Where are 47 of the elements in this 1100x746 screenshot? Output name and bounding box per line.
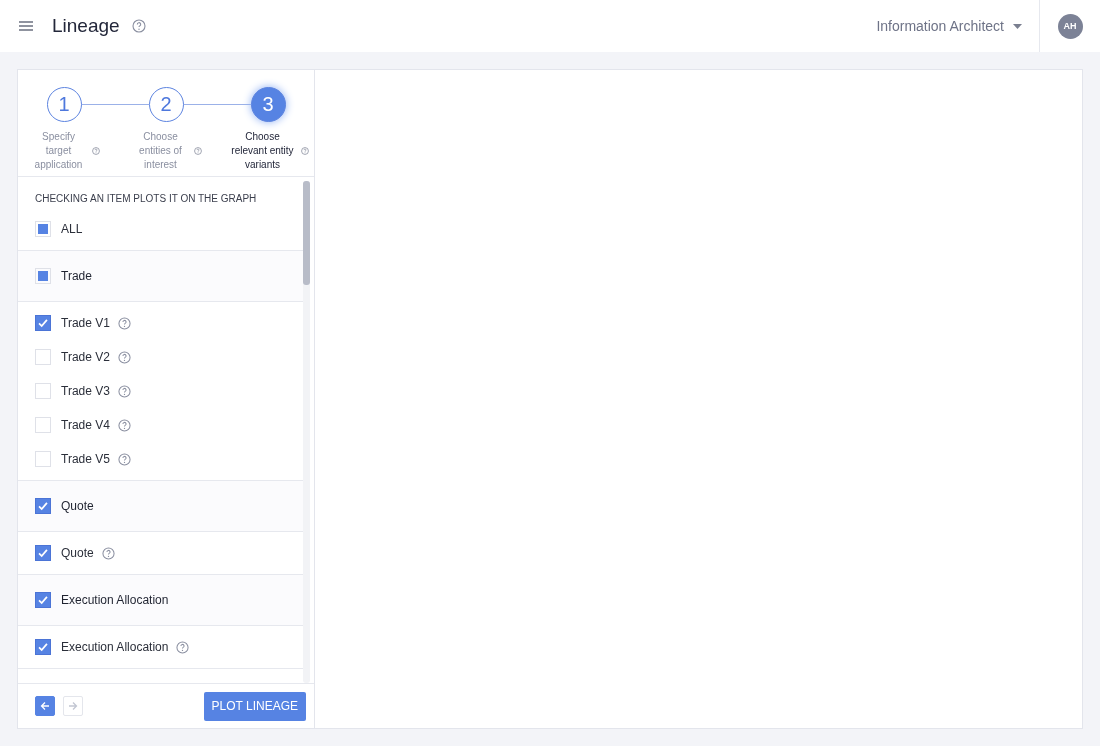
role-dropdown[interactable]: Information Architect bbox=[876, 14, 1022, 38]
step-circle: 3 bbox=[250, 87, 286, 122]
user-avatar[interactable]: AH bbox=[1057, 13, 1083, 39]
step-circle: 1 bbox=[46, 87, 82, 122]
checkbox-label: Trade V4 bbox=[61, 418, 110, 432]
group-label: Trade bbox=[61, 269, 92, 283]
checkbox-label: Trade V5 bbox=[61, 452, 110, 466]
help-icon[interactable] bbox=[117, 316, 131, 330]
help-icon[interactable] bbox=[117, 384, 131, 398]
help-icon[interactable] bbox=[300, 147, 309, 155]
help-icon[interactable] bbox=[117, 452, 131, 466]
checkbox[interactable] bbox=[35, 545, 51, 561]
caret-icon bbox=[1013, 23, 1022, 29]
checkbox-label: Trade V3 bbox=[61, 384, 110, 398]
step-circle: 2 bbox=[148, 87, 184, 122]
scrollbar[interactable] bbox=[303, 181, 310, 683]
step-label: Specify target application bbox=[33, 130, 84, 172]
checkbox-label: Quote bbox=[61, 546, 94, 560]
help-icon[interactable] bbox=[131, 19, 146, 33]
left-arrow-icon bbox=[40, 701, 50, 711]
checkbox[interactable] bbox=[35, 498, 51, 514]
step-connector bbox=[81, 104, 149, 105]
step-label: Choose relevant entity variants bbox=[230, 130, 295, 172]
checkbox-label: Trade V2 bbox=[61, 350, 110, 364]
step-label: Choose entities of interest bbox=[138, 130, 183, 172]
instruction-text: CHECKING AN ITEM PLOTS IT ON THE GRAPH bbox=[35, 193, 258, 204]
checkbox-label: Execution Allocation bbox=[61, 640, 169, 654]
next-button[interactable] bbox=[63, 696, 83, 716]
checkbox-label: ALL bbox=[61, 222, 83, 236]
group-label: Execution Allocation bbox=[61, 593, 169, 607]
help-icon[interactable] bbox=[91, 147, 100, 155]
step-connector bbox=[183, 104, 251, 105]
help-icon[interactable] bbox=[193, 147, 202, 155]
checkbox-label: Trade V1 bbox=[61, 316, 110, 330]
right-arrow-icon bbox=[68, 701, 78, 711]
help-icon[interactable] bbox=[176, 640, 190, 654]
back-button[interactable] bbox=[35, 696, 55, 716]
group-label: Quote bbox=[61, 499, 94, 513]
help-icon[interactable] bbox=[101, 546, 115, 560]
plot-lineage-button[interactable]: PLOT LINEAGE bbox=[203, 691, 306, 721]
checkbox[interactable] bbox=[35, 315, 51, 331]
help-icon[interactable] bbox=[117, 418, 131, 432]
help-icon[interactable] bbox=[117, 350, 131, 364]
checkbox[interactable] bbox=[35, 592, 51, 608]
page-title: Lineage bbox=[52, 15, 120, 37]
checkbox[interactable] bbox=[35, 639, 51, 655]
menu-icon[interactable] bbox=[19, 21, 33, 31]
